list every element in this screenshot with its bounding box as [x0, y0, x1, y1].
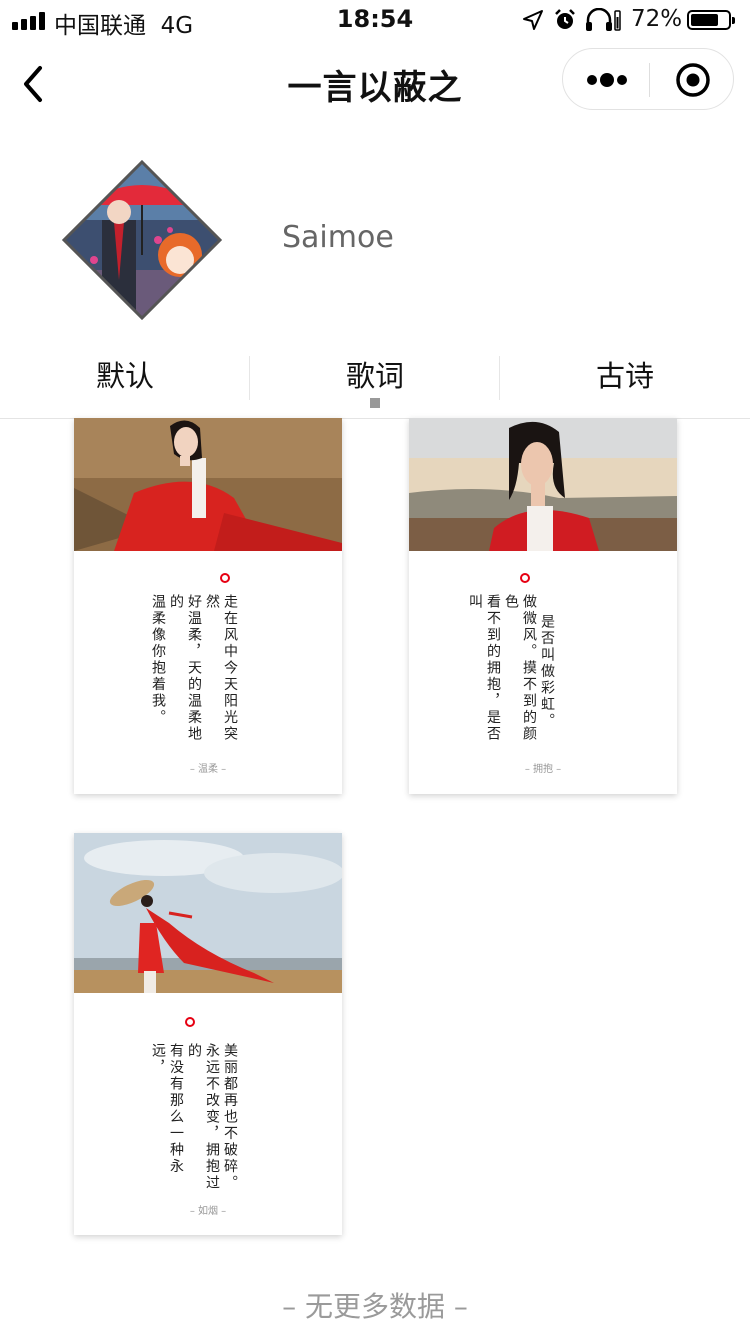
quote-credit: – 温柔 –	[189, 764, 227, 775]
accent-ring-icon	[520, 573, 530, 583]
quote-credit: – 如烟 –	[189, 1206, 227, 1217]
quote-card[interactable]: 是否叫做彩虹。 做微风。摸不到的颜色 看不到的拥抱，是否叫 – 拥抱 –	[409, 418, 677, 794]
quote-card[interactable]: 美丽都再也不破碎。 永远不改变，拥抱过的 有没有那么一种永远， – 如烟 –	[74, 833, 342, 1235]
avatar[interactable]	[62, 160, 222, 320]
more-dots-icon[interactable]	[585, 65, 631, 95]
quote-credit: – 拥抱 –	[524, 764, 562, 775]
capsule-divider	[649, 63, 650, 97]
tab-poetry[interactable]: 古诗	[500, 348, 750, 414]
quote-text: 美丽都再也不破碎。 永远不改变，拥抱过的 有没有那么一种永远，	[150, 1043, 238, 1192]
card-photo	[74, 833, 342, 993]
card-photo	[409, 418, 677, 551]
navigation-bar: 一言以蔽之	[0, 40, 750, 128]
battery-icon	[687, 10, 735, 30]
quote-text: 是否叫做彩虹。 做微风。摸不到的颜色 看不到的拥抱，是否叫	[467, 594, 555, 743]
username: Saimoe	[282, 220, 394, 255]
status-bar: 中国联通 4G 18:54 72%	[0, 0, 750, 40]
no-more-data-label: – 无更多数据 –	[282, 1290, 468, 1323]
headphones-icon	[586, 8, 621, 31]
alarm-icon	[555, 9, 575, 29]
active-tab-indicator	[370, 398, 380, 408]
battery-percent: 72%	[631, 6, 683, 32]
category-tabs: 默认 歌词 古诗	[0, 348, 750, 419]
location-icon	[523, 10, 543, 30]
card-photo	[74, 418, 342, 551]
quote-card[interactable]: 走在风中今天阳光突然 好温柔，天的温柔地的 温柔像你抱着我。 – 温柔 –	[74, 418, 342, 794]
target-circle-icon[interactable]	[675, 62, 711, 98]
accent-ring-icon	[220, 573, 230, 583]
quote-text: 走在风中今天阳光突然 好温柔，天的温柔地的 温柔像你抱着我。	[150, 594, 238, 743]
accent-ring-icon	[185, 1017, 195, 1027]
tab-default[interactable]: 默认	[0, 348, 250, 414]
mini-program-capsule	[562, 48, 734, 110]
